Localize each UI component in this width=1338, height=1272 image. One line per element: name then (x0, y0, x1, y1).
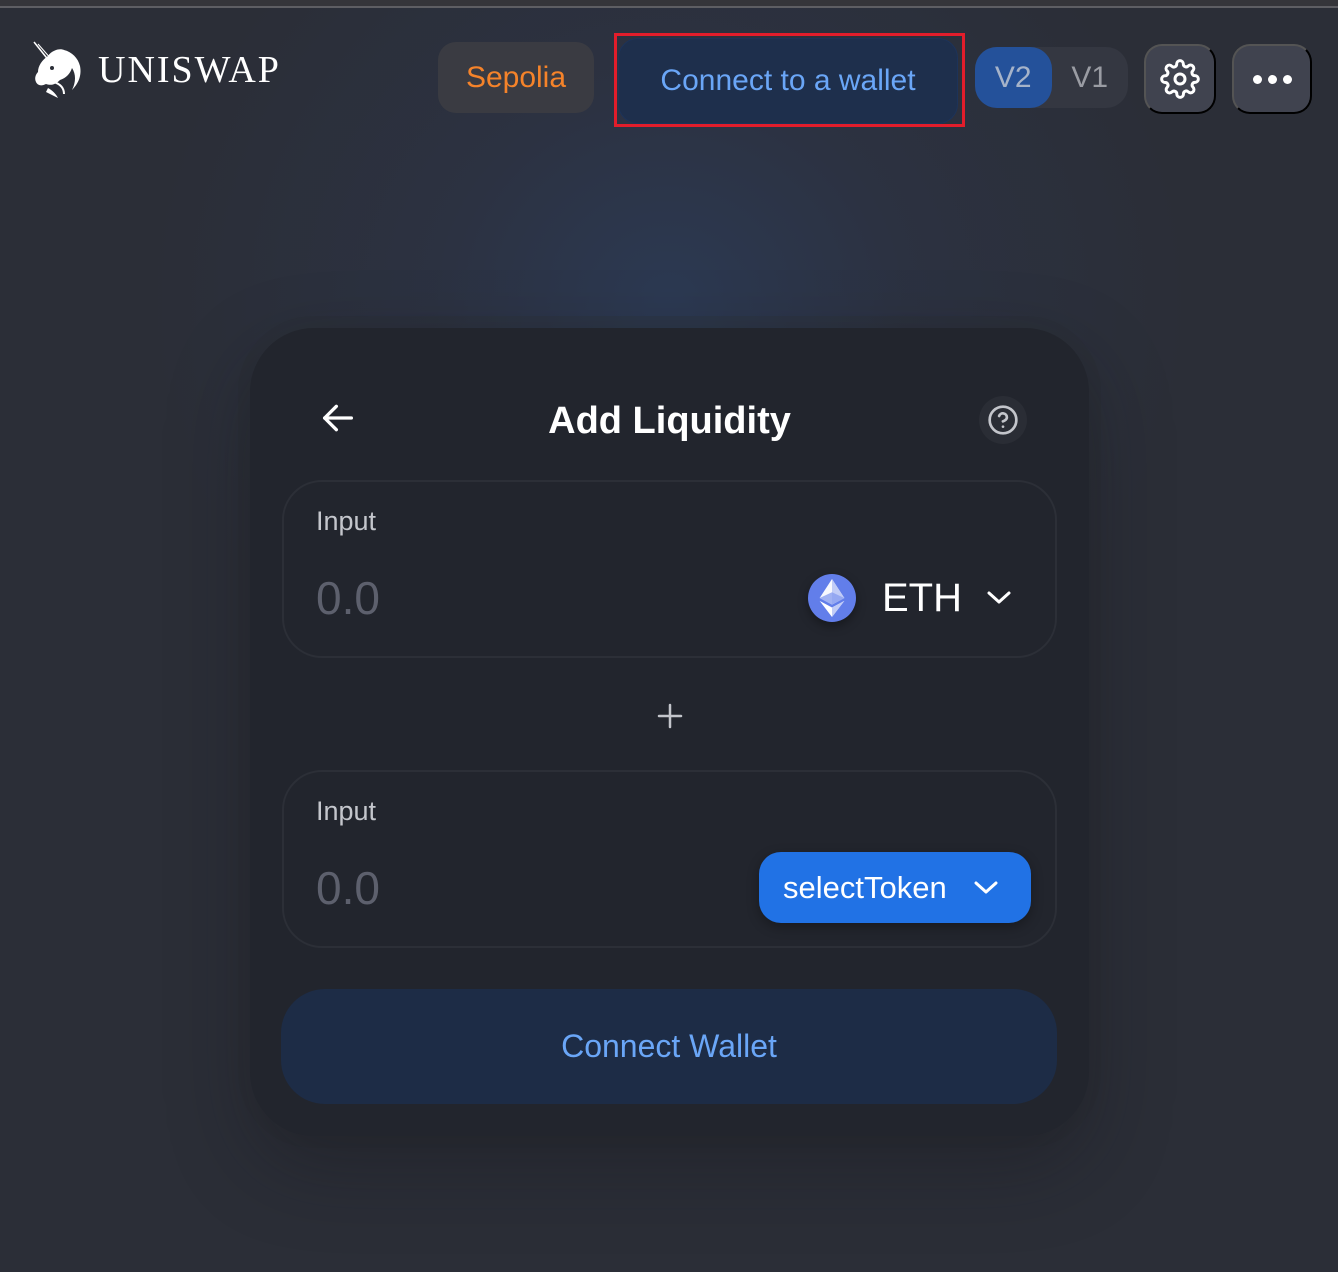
question-circle-icon (988, 405, 1018, 435)
version-toggle: V2 V1 (975, 47, 1128, 108)
more-horizontal-icon (1252, 74, 1292, 84)
input-label: Input (316, 506, 377, 536)
card-header: Add Liquidity (250, 388, 1089, 452)
amount-input-b[interactable] (316, 858, 716, 918)
gear-icon (1160, 59, 1200, 99)
token-select-eth[interactable]: ETH (808, 570, 1028, 626)
browser-top-edge (0, 0, 1338, 8)
add-liquidity-card: Add Liquidity Input ETH (250, 328, 1089, 1136)
chevron-down-icon (986, 590, 1012, 606)
select-token-button[interactable]: selectToken (759, 852, 1031, 923)
help-button[interactable] (979, 396, 1027, 444)
amount-input-a[interactable] (316, 568, 716, 628)
app-header: UNISWAP Sepolia Connect to a wallet V2 V… (0, 8, 1338, 138)
more-menu-button[interactable] (1232, 44, 1312, 114)
input-label: Input (316, 796, 377, 826)
connect-wallet-button[interactable]: Connect Wallet (281, 989, 1057, 1104)
connect-to-wallet-button[interactable]: Connect to a wallet (618, 38, 958, 124)
currency-input-panel-b: Input selectToken (282, 770, 1057, 948)
version-v2-tab[interactable]: V2 (975, 47, 1052, 108)
network-button[interactable]: Sepolia (438, 42, 594, 113)
logo-text: UNISWAP (98, 49, 281, 91)
plus-icon (650, 696, 690, 736)
version-v1-tab[interactable]: V1 (1052, 47, 1129, 108)
page-title: Add Liquidity (548, 400, 791, 442)
token-symbol: ETH (882, 575, 962, 620)
chevron-down-icon (973, 880, 999, 896)
select-token-label: selectToken (783, 869, 947, 905)
ethereum-icon (808, 574, 856, 622)
currency-input-panel-a: Input ETH (282, 480, 1057, 658)
unicorn-icon (33, 41, 81, 98)
uniswap-logo[interactable]: UNISWAP (30, 40, 281, 100)
settings-button[interactable] (1144, 44, 1216, 114)
